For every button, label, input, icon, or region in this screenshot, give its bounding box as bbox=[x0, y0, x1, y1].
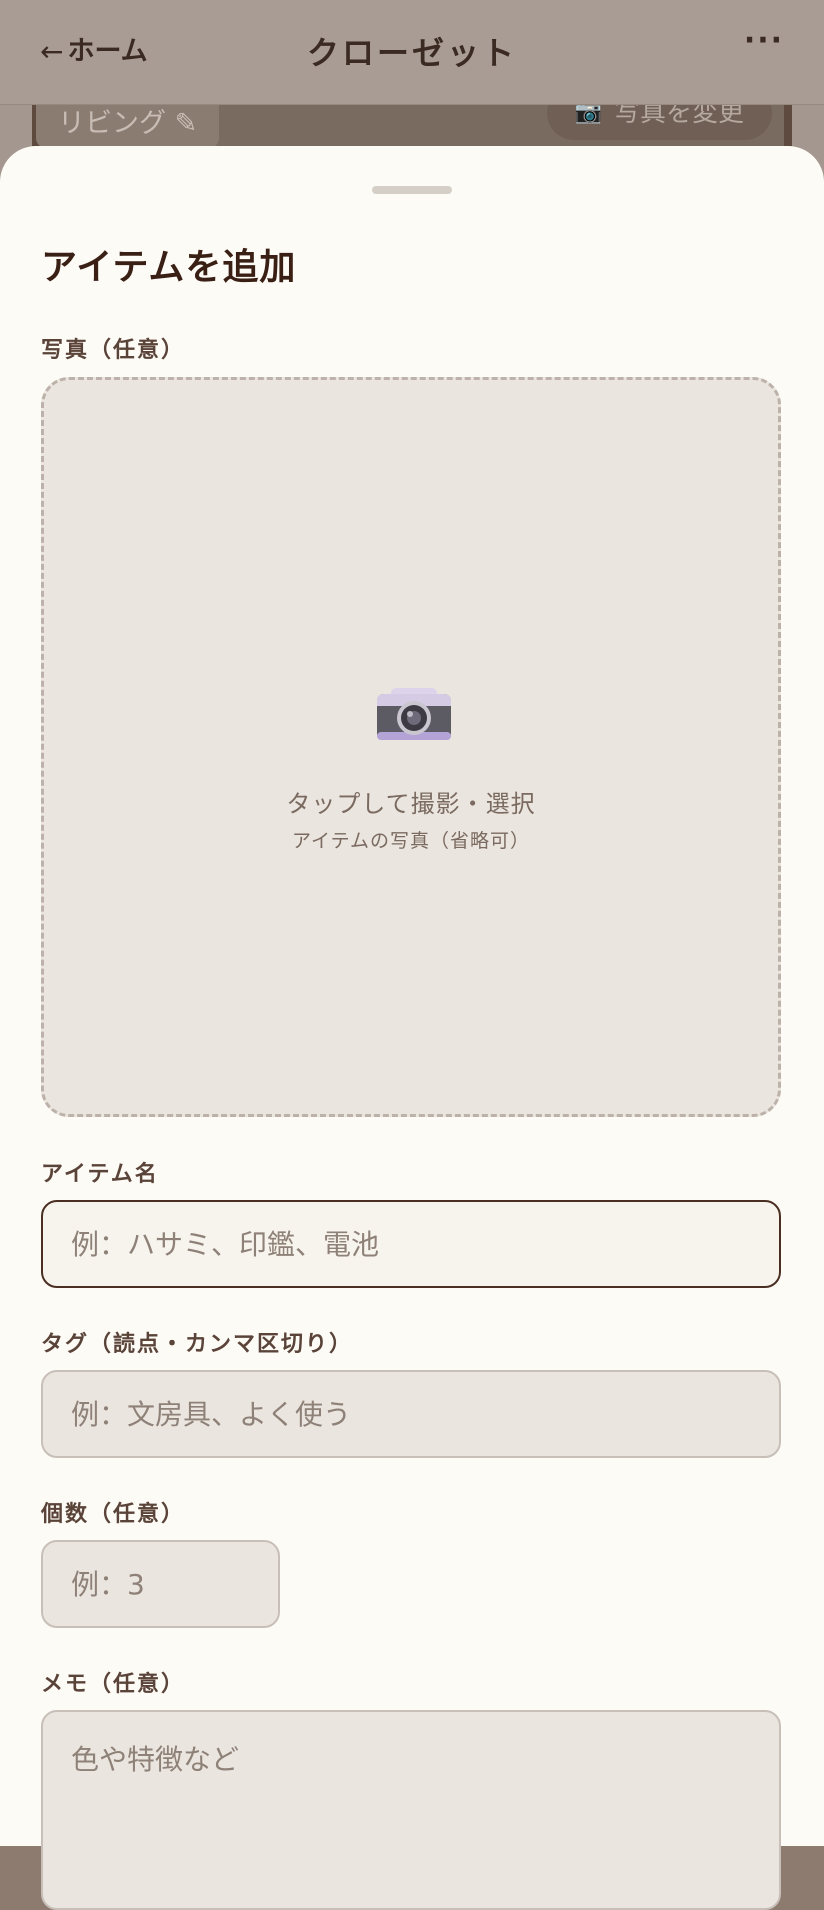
tags-label: タグ（読点・カンマ区切り） bbox=[41, 1332, 354, 1357]
item-name-label: アイテム名 bbox=[41, 1162, 159, 1187]
room-label[interactable]: リビング ✎ bbox=[36, 104, 220, 148]
photo-label: 写真（任意） bbox=[41, 338, 186, 363]
camera-icon bbox=[377, 688, 451, 740]
item-name-input[interactable] bbox=[41, 1200, 781, 1288]
back-button[interactable]: ← ホーム bbox=[40, 30, 148, 74]
sheet-drag-handle[interactable] bbox=[372, 186, 452, 194]
quantity-label: 個数（任意） bbox=[41, 1502, 186, 1527]
add-item-sheet: アイテムを追加 写真（任意） タップして撮影・選択 アイテムの写真（省略可） ア… bbox=[0, 146, 824, 1910]
sheet-title: アイテムを追加 bbox=[41, 247, 297, 288]
back-arrow-icon: ← bbox=[40, 35, 64, 68]
memo-input[interactable] bbox=[41, 1710, 781, 1910]
back-label: ホーム bbox=[67, 36, 148, 67]
photo-sub-text: アイテムの写真（省略可） bbox=[291, 830, 531, 852]
quantity-input[interactable] bbox=[41, 1540, 280, 1628]
more-menu-button[interactable]: ··· bbox=[734, 26, 794, 70]
memo-label: メモ（任意） bbox=[41, 1672, 186, 1697]
photo-dropzone[interactable]: タップして撮影・選択 アイテムの写真（省略可） bbox=[41, 377, 781, 1117]
tags-input[interactable] bbox=[41, 1370, 781, 1458]
photo-tap-text: タップして撮影・選択 bbox=[286, 790, 536, 818]
top-bar: ← ホーム クローゼット ··· bbox=[0, 0, 824, 105]
